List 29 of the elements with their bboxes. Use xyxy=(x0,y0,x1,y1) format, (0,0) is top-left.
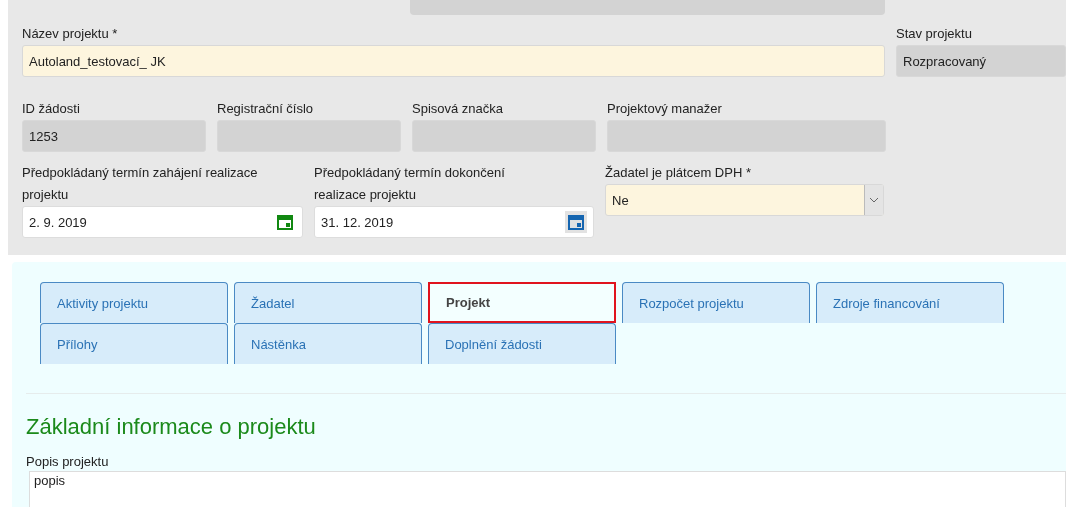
tab[interactable]: Rozpočet projektu xyxy=(622,282,810,323)
calendar-icon[interactable] xyxy=(567,213,585,231)
field-label: Žadatel je plátcem DPH * xyxy=(605,164,752,182)
vat-select[interactable]: Ne xyxy=(605,184,884,216)
input-field[interactable]: 1253 xyxy=(22,120,206,152)
date-field[interactable]: 2. 9. 2019 xyxy=(22,206,303,238)
field-label: Stav projektu xyxy=(896,25,973,43)
field-label: Registrační číslo xyxy=(217,100,315,118)
project-name-field[interactable]: Autoland_testovací_ JK xyxy=(22,45,885,77)
tab[interactable]: Doplnění žádosti xyxy=(428,323,616,364)
description-field[interactable]: popis xyxy=(29,471,1066,507)
chevron-down-icon xyxy=(869,197,879,203)
tab[interactable]: Nástěnka xyxy=(234,323,422,364)
field-label: Název projektu * xyxy=(22,25,119,43)
field-label: Předpokládaný termín dokončení realizace projektu xyxy=(314,164,506,204)
tab[interactable]: Žadatel xyxy=(234,282,422,323)
section-heading: Základní informace o projektu xyxy=(26,414,317,440)
tab[interactable]: Zdroje financování xyxy=(816,282,1004,323)
field-label: Spisová značka xyxy=(412,100,505,118)
calendar-icon[interactable] xyxy=(276,213,294,231)
field-label: Popis projektu xyxy=(26,453,110,471)
field-label: ID žádosti xyxy=(22,100,81,118)
status-field[interactable]: Rozpracovaný xyxy=(896,45,1066,77)
date-field[interactable]: 31. 12. 2019 xyxy=(314,206,594,238)
tab[interactable]: Přílohy xyxy=(40,323,228,364)
tab[interactable]: Aktivity projektu xyxy=(40,282,228,323)
tab[interactable]: Projekt xyxy=(428,282,616,323)
field-label: Projektový manažer xyxy=(607,100,723,118)
field-label: Předpokládaný termín zahájení realizace projektu xyxy=(22,164,259,204)
